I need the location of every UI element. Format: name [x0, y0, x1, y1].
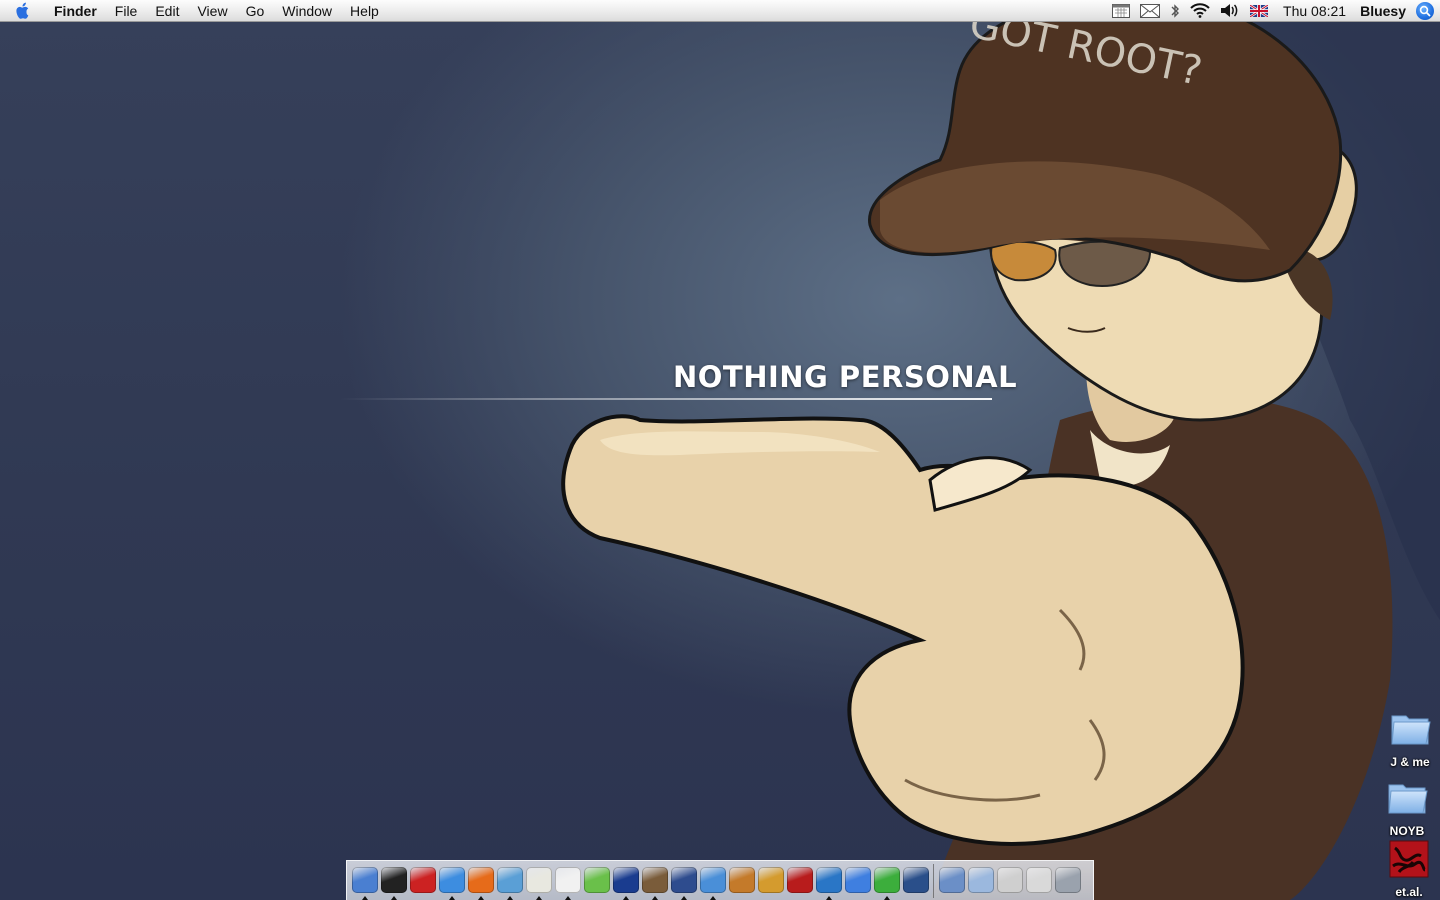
desktop-icon-label: et.al. [1395, 885, 1423, 899]
running-indicator [709, 895, 716, 900]
tagline-underline [340, 398, 992, 400]
dock-item-downloads-stack[interactable] [1025, 865, 1052, 897]
running-indicator [361, 895, 368, 900]
dashboard-icon [380, 866, 407, 893]
firefox-icon [467, 866, 494, 893]
dock-item-documents-stack[interactable] [967, 865, 994, 897]
mail-icon[interactable] [1135, 0, 1165, 22]
bluetooth-icon[interactable] [1165, 0, 1185, 22]
desktop: GOT ROOT? NOTHING PERSONAL [0, 0, 1440, 900]
dock-item-firefox[interactable] [467, 865, 494, 900]
menu-bar: Finder File Edit View Go Window Help Thu… [0, 0, 1440, 22]
dock-item-trash[interactable] [1054, 865, 1081, 897]
running-indicator [390, 895, 397, 900]
notes-icon [525, 866, 552, 893]
dock-item-idvd[interactable] [699, 865, 726, 900]
menu-view[interactable]: View [188, 0, 236, 22]
exclamation-icon [612, 866, 639, 893]
desktop-icon-label: J & me [1390, 755, 1430, 769]
preview-icon [815, 866, 842, 893]
dock-item-notes[interactable] [525, 865, 552, 900]
dock-item-exclamation[interactable] [612, 865, 639, 900]
dock-item-preview[interactable] [815, 865, 842, 900]
image-icon [1389, 840, 1429, 878]
running-indicator [622, 895, 629, 900]
running-indicator [477, 895, 484, 900]
imovie-icon [670, 866, 697, 893]
dock-item-xcode[interactable] [873, 865, 900, 900]
menu-app-finder[interactable]: Finder [46, 0, 106, 22]
dock-item-slides[interactable] [757, 865, 784, 897]
running-indicator [825, 895, 832, 900]
dock-item-fire-extinguisher[interactable] [409, 865, 436, 897]
dock-item-garageband[interactable] [728, 865, 755, 897]
folder-icon [1391, 715, 1431, 745]
feather-icon [496, 866, 523, 893]
car-icon [902, 866, 929, 893]
dock-separator [933, 863, 934, 898]
photobooth-icon [786, 866, 813, 893]
fire-extinguisher-icon [409, 866, 436, 893]
dock-item-imovie[interactable] [670, 865, 697, 900]
running-indicator [680, 895, 687, 900]
fast-user-switch[interactable]: Bluesy [1354, 3, 1416, 19]
dock-item-ical[interactable] [554, 865, 581, 900]
dock-item-applications-stack[interactable] [938, 865, 965, 897]
dock-item-feather[interactable] [496, 865, 523, 900]
running-indicator [651, 895, 658, 900]
desktop-folder-noyb[interactable]: NOYB [1377, 777, 1437, 838]
dock-item-keyboard[interactable] [996, 865, 1023, 897]
slides-icon [757, 866, 784, 893]
menu-file[interactable]: File [106, 0, 147, 22]
wallpaper-tagline: NOTHING PERSONAL [673, 360, 1018, 394]
xcode-icon [873, 866, 900, 893]
safari-icon [438, 866, 465, 893]
menu-edit[interactable]: Edit [146, 0, 188, 22]
garageband-icon [728, 866, 755, 893]
dock-item-car[interactable] [902, 865, 929, 897]
wifi-icon[interactable] [1185, 0, 1215, 22]
dock [346, 860, 1094, 900]
calendar-icon[interactable] [1107, 0, 1135, 22]
menu-help[interactable]: Help [341, 0, 388, 22]
idvd-icon [699, 866, 726, 893]
dock-item-itunes[interactable] [583, 865, 610, 897]
dock-item-finder[interactable] [351, 865, 378, 900]
folder-icon [1388, 784, 1428, 814]
desktop-folder-j-and-me[interactable]: J & me [1380, 708, 1440, 769]
dock-item-photobooth[interactable] [786, 865, 813, 897]
menu-go[interactable]: Go [237, 0, 274, 22]
dock-item-iphoto[interactable] [641, 865, 668, 900]
running-indicator [535, 895, 542, 900]
desktop-file-et-al[interactable]: et.al. [1379, 840, 1439, 899]
ical-icon [554, 866, 581, 893]
iphoto-icon [641, 866, 668, 893]
itunes-icon [583, 866, 610, 893]
wallpaper-illustration: GOT ROOT? [561, 0, 1440, 900]
menubar-clock[interactable]: Thu 08:21 [1273, 3, 1354, 19]
documents-stack-icon [967, 866, 994, 893]
finder-icon [351, 866, 378, 893]
running-indicator [506, 895, 513, 900]
keyboard-icon [996, 866, 1023, 893]
dock-item-safari[interactable] [438, 865, 465, 900]
running-indicator [564, 895, 571, 900]
desktop-icon-label: NOYB [1389, 824, 1425, 838]
running-indicator [883, 895, 890, 900]
running-indicator [448, 895, 455, 900]
flag-uk-icon[interactable] [1245, 0, 1273, 22]
spotlight-search-icon[interactable] [1416, 1, 1434, 20]
applications-stack-icon [938, 866, 965, 893]
dock-item-dashboard[interactable] [380, 865, 407, 900]
dock-item-ichat[interactable] [844, 865, 871, 897]
volume-icon[interactable] [1215, 0, 1245, 22]
ichat-icon [844, 866, 871, 893]
apple-menu-icon[interactable] [0, 0, 46, 22]
menu-window[interactable]: Window [273, 0, 341, 22]
downloads-stack-icon [1025, 866, 1052, 893]
trash-icon [1054, 866, 1081, 893]
